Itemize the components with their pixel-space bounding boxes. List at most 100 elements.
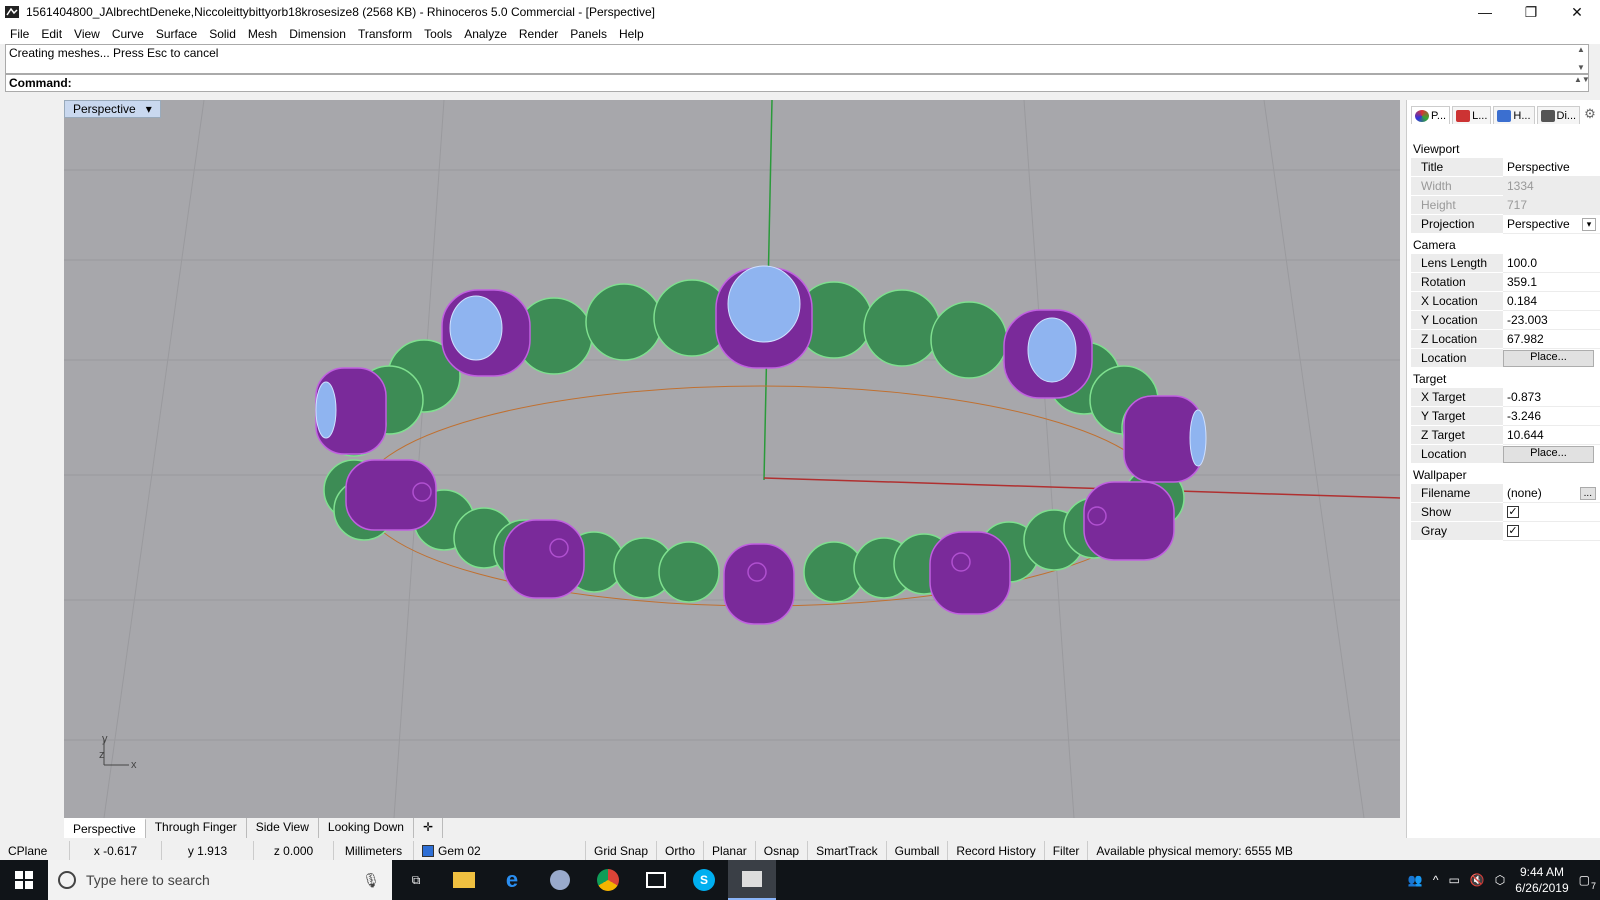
- add-viewport-tab-icon[interactable]: ✛: [414, 818, 444, 838]
- y-target-field[interactable]: -3.246: [1503, 407, 1600, 426]
- taskbar-clock[interactable]: 9:44 AM 6/26/2019: [1515, 864, 1568, 896]
- tab-properties[interactable]: P...: [1411, 106, 1451, 124]
- camera-place-button[interactable]: Place...: [1503, 350, 1594, 367]
- tab-through-finger[interactable]: Through Finger: [146, 818, 247, 838]
- menu-view[interactable]: View: [68, 27, 106, 41]
- axis-label-y: y: [102, 733, 108, 745]
- taskbar-search-placeholder: Type here to search: [86, 872, 210, 888]
- row-height-label: Height: [1411, 196, 1503, 215]
- viewport-title-field[interactable]: Perspective: [1503, 158, 1600, 177]
- close-button[interactable]: ✕: [1554, 0, 1600, 24]
- task-view-icon[interactable]: ⧉: [392, 860, 440, 900]
- file-explorer-icon[interactable]: [440, 860, 488, 900]
- network-icon[interactable]: ▭: [1448, 873, 1459, 887]
- z-location-field[interactable]: 67.982: [1503, 330, 1600, 349]
- photos-app-icon[interactable]: [632, 860, 680, 900]
- command-line[interactable]: Command: ▲▼: [5, 74, 1590, 92]
- show-wallpaper-checkbox[interactable]: ✓: [1507, 506, 1519, 518]
- menu-help[interactable]: Help: [613, 27, 650, 41]
- microphone-icon[interactable]: 🎙: [362, 872, 380, 889]
- axis-label-x: x: [131, 759, 137, 771]
- gray-wallpaper-checkbox[interactable]: ✓: [1507, 525, 1519, 537]
- gumball-toggle[interactable]: Gumball: [887, 841, 949, 860]
- tab-perspective[interactable]: Perspective: [64, 818, 146, 838]
- show-hidden-icons-chevron-icon[interactable]: ^: [1433, 873, 1439, 887]
- chrome-browser-icon[interactable]: [584, 860, 632, 900]
- row-x-target: X Target -0.873: [1411, 388, 1600, 407]
- tab-side-view[interactable]: Side View: [247, 818, 319, 838]
- volume-icon[interactable]: 🔇: [1470, 873, 1485, 887]
- tab-display[interactable]: Di...: [1536, 106, 1581, 124]
- panel-settings-gear-icon[interactable]: ⚙: [1584, 106, 1596, 124]
- filter-toggle[interactable]: Filter: [1045, 841, 1089, 860]
- wallpaper-filename-field[interactable]: (none) ...: [1503, 484, 1600, 503]
- tab-help[interactable]: H...: [1493, 106, 1535, 124]
- y-location-field[interactable]: -23.003: [1503, 311, 1600, 330]
- projection-select[interactable]: Perspective ▾: [1503, 215, 1600, 234]
- menu-bar: File Edit View Curve Surface Solid Mesh …: [0, 24, 1600, 44]
- tab-layers[interactable]: L...: [1452, 106, 1492, 124]
- record-history-toggle[interactable]: Record History: [948, 841, 1045, 860]
- x-axis-line: [763, 477, 1400, 499]
- ortho-toggle[interactable]: Ortho: [657, 841, 705, 860]
- viewport-height-field: 717: [1503, 196, 1600, 215]
- viewport-menu-dropdown-icon[interactable]: ▾: [146, 102, 152, 116]
- current-layer[interactable]: Gem 02: [414, 841, 586, 860]
- layer-name: Gem 02: [438, 843, 481, 858]
- edge-browser-icon[interactable]: e: [488, 860, 536, 900]
- units-status[interactable]: Millimeters: [334, 841, 414, 860]
- menu-mesh[interactable]: Mesh: [242, 27, 283, 41]
- viewport-title[interactable]: Perspective ▾: [64, 100, 161, 118]
- minimize-button[interactable]: —: [1462, 0, 1508, 24]
- maximize-button[interactable]: ❐: [1508, 0, 1554, 24]
- skype-icon[interactable]: S: [680, 860, 728, 900]
- viewport-canvas[interactable]: y z x: [64, 100, 1400, 818]
- start-button[interactable]: [0, 860, 48, 900]
- menu-render[interactable]: Render: [513, 27, 564, 41]
- menu-solid[interactable]: Solid: [203, 27, 242, 41]
- menu-edit[interactable]: Edit: [35, 27, 68, 41]
- cplane-status[interactable]: CPlane: [0, 841, 70, 860]
- ring-model[interactable]: [315, 265, 1207, 625]
- smarttrack-toggle[interactable]: SmartTrack: [808, 841, 887, 860]
- planar-toggle[interactable]: Planar: [704, 841, 756, 860]
- paint-app-icon[interactable]: [536, 860, 584, 900]
- menu-tools[interactable]: Tools: [418, 27, 458, 41]
- layers-icon: [1456, 109, 1471, 122]
- tab-looking-down[interactable]: Looking Down: [319, 818, 414, 838]
- command-line-scrollbar[interactable]: ▲▼: [1574, 75, 1590, 91]
- lens-length-field[interactable]: 100.0: [1503, 254, 1600, 273]
- menu-curve[interactable]: Curve: [106, 27, 150, 41]
- grid-snap-toggle[interactable]: Grid Snap: [586, 841, 658, 860]
- browse-button[interactable]: ...: [1579, 486, 1596, 500]
- row-target-location: Location Place...: [1411, 445, 1600, 464]
- rotation-field[interactable]: 359.1: [1503, 273, 1600, 292]
- action-center-icon[interactable]: ▢ 7: [1579, 873, 1596, 891]
- row-width: Width 1334: [1411, 177, 1600, 196]
- chevron-down-icon[interactable]: ▾: [1582, 217, 1596, 231]
- x-target-field[interactable]: -0.873: [1503, 388, 1600, 407]
- menu-surface[interactable]: Surface: [150, 27, 203, 41]
- tab-help-label: H...: [1513, 109, 1531, 122]
- taskbar-search-box[interactable]: Type here to search 🎙: [48, 860, 392, 900]
- x-location-field[interactable]: 0.184: [1503, 292, 1600, 311]
- people-icon[interactable]: 👥: [1408, 873, 1423, 887]
- menu-analyze[interactable]: Analyze: [458, 27, 513, 41]
- windows-taskbar: Type here to search 🎙 ⧉ e S 👥 ^ ▭ 🔇 ⬡ 9:…: [0, 860, 1600, 900]
- menu-panels[interactable]: Panels: [564, 27, 613, 41]
- menu-file[interactable]: File: [4, 27, 35, 41]
- z-target-field[interactable]: 10.644: [1503, 426, 1600, 445]
- target-place-button[interactable]: Place...: [1503, 446, 1594, 463]
- dropbox-icon[interactable]: ⬡: [1495, 873, 1505, 887]
- section-wallpaper: Wallpaper: [1413, 468, 1467, 482]
- menu-dimension[interactable]: Dimension: [283, 27, 352, 41]
- row-z-location-label: Z Location: [1411, 330, 1503, 349]
- command-history-scrollbar[interactable]: ▲ ▼: [1574, 45, 1588, 73]
- rhino-taskbar-icon[interactable]: [728, 860, 776, 900]
- row-projection-label: Projection: [1411, 215, 1503, 234]
- perspective-viewport[interactable]: y z x: [64, 100, 1400, 818]
- menu-transform[interactable]: Transform: [352, 27, 418, 41]
- osnap-toggle[interactable]: Osnap: [756, 841, 809, 860]
- tab-layers-label: L...: [1472, 109, 1488, 122]
- wallpaper-filename-value: (none): [1507, 486, 1542, 500]
